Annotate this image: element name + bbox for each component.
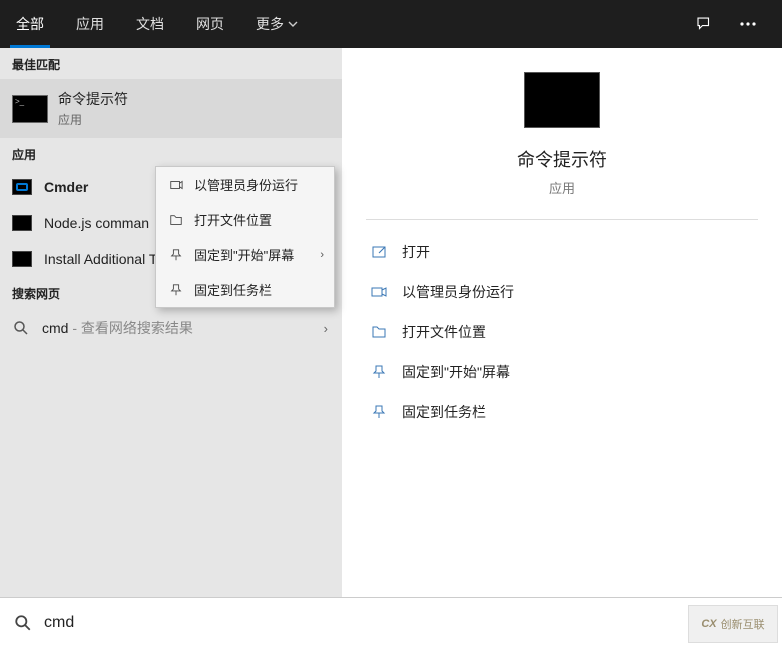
action-label: 固定到任务栏: [402, 402, 486, 422]
cmd-prompt-icon: [12, 95, 48, 123]
section-best-match: 最佳匹配: [0, 48, 342, 79]
tab-all[interactable]: 全部: [0, 0, 60, 48]
web-search-item[interactable]: cmd - 查看网络搜索结果 ›: [0, 308, 342, 348]
pin-taskbar-icon: [370, 403, 388, 421]
action-label: 以管理员身份运行: [402, 282, 514, 302]
folder-icon: [370, 323, 388, 341]
app-label: Cmder: [44, 179, 88, 195]
best-match-title: 命令提示符: [58, 89, 128, 109]
admin-icon: [370, 283, 388, 301]
search-icon: [12, 319, 30, 337]
preview-actions: 打开 以管理员身份运行 打开文件位置 固定到"开始"屏幕 固定到任务栏: [366, 234, 758, 430]
main-content: 最佳匹配 命令提示符 应用 应用 Cmder › Node.js comman …: [0, 48, 782, 597]
search-input[interactable]: [44, 614, 768, 632]
action-label: 打开文件位置: [402, 322, 486, 342]
action-run-as-admin[interactable]: 以管理员身份运行: [366, 274, 758, 310]
open-icon: [370, 243, 388, 261]
tab-web[interactable]: 网页: [180, 0, 240, 48]
action-open[interactable]: 打开: [366, 234, 758, 270]
preview-title: 命令提示符: [517, 146, 607, 172]
cmder-icon: [12, 179, 32, 195]
search-filter-tabs: 全部 应用 文档 网页 更多: [0, 0, 782, 48]
best-match-subtitle: 应用: [58, 111, 128, 128]
watermark: CX 创新互联: [688, 605, 778, 643]
admin-icon: [168, 177, 184, 193]
action-label: 固定到"开始"屏幕: [402, 362, 510, 382]
chevron-down-icon: [288, 19, 298, 29]
pin-start-icon: [370, 363, 388, 381]
preview-subtitle: 应用: [549, 178, 575, 197]
tab-apps[interactable]: 应用: [60, 0, 120, 48]
context-label: 以管理员身份运行: [194, 175, 298, 194]
watermark-text: 创新互联: [721, 616, 765, 632]
context-pin-to-taskbar[interactable]: 固定到任务栏: [156, 272, 334, 307]
context-menu: 以管理员身份运行 打开文件位置 固定到"开始"屏幕 › 固定到任务栏: [155, 166, 335, 308]
tab-more-label: 更多: [256, 14, 284, 34]
feedback-icon[interactable]: [684, 4, 724, 44]
chevron-right-icon: ›: [320, 249, 324, 261]
search-bar: CX 创新互联: [0, 597, 782, 647]
action-label: 打开: [402, 242, 430, 262]
tab-more[interactable]: 更多: [240, 0, 314, 48]
context-label: 固定到"开始"屏幕: [194, 245, 294, 264]
nodejs-cmd-icon: [12, 215, 32, 231]
best-match-item[interactable]: 命令提示符 应用: [0, 79, 342, 138]
results-panel: 最佳匹配 命令提示符 应用 应用 Cmder › Node.js comman …: [0, 48, 342, 597]
section-apps: 应用: [0, 138, 342, 169]
context-run-as-admin[interactable]: 以管理员身份运行: [156, 167, 334, 202]
web-query: cmd: [42, 320, 68, 336]
node-tools-icon: [12, 251, 32, 267]
action-open-file-location[interactable]: 打开文件位置: [366, 314, 758, 350]
tab-docs[interactable]: 文档: [120, 0, 180, 48]
watermark-logo: CX: [701, 618, 716, 630]
pin-taskbar-icon: [168, 282, 184, 298]
folder-icon: [168, 212, 184, 228]
pin-start-icon: [168, 247, 184, 263]
context-label: 打开文件位置: [194, 210, 272, 229]
search-icon: [14, 614, 32, 632]
preview-panel: 命令提示符 应用 打开 以管理员身份运行 打开文件位置 固定到"开始"屏幕: [342, 48, 782, 597]
action-pin-to-taskbar[interactable]: 固定到任务栏: [366, 394, 758, 430]
context-pin-to-start[interactable]: 固定到"开始"屏幕 ›: [156, 237, 334, 272]
divider: [366, 219, 758, 220]
app-label: Node.js comman: [44, 215, 149, 231]
context-open-file-location[interactable]: 打开文件位置: [156, 202, 334, 237]
context-label: 固定到任务栏: [194, 280, 272, 299]
preview-thumbnail: [524, 72, 600, 128]
more-options-icon[interactable]: [728, 4, 768, 44]
chevron-right-icon: ›: [324, 321, 328, 336]
web-hint: - 查看网络搜索结果: [68, 320, 192, 336]
action-pin-to-start[interactable]: 固定到"开始"屏幕: [366, 354, 758, 390]
